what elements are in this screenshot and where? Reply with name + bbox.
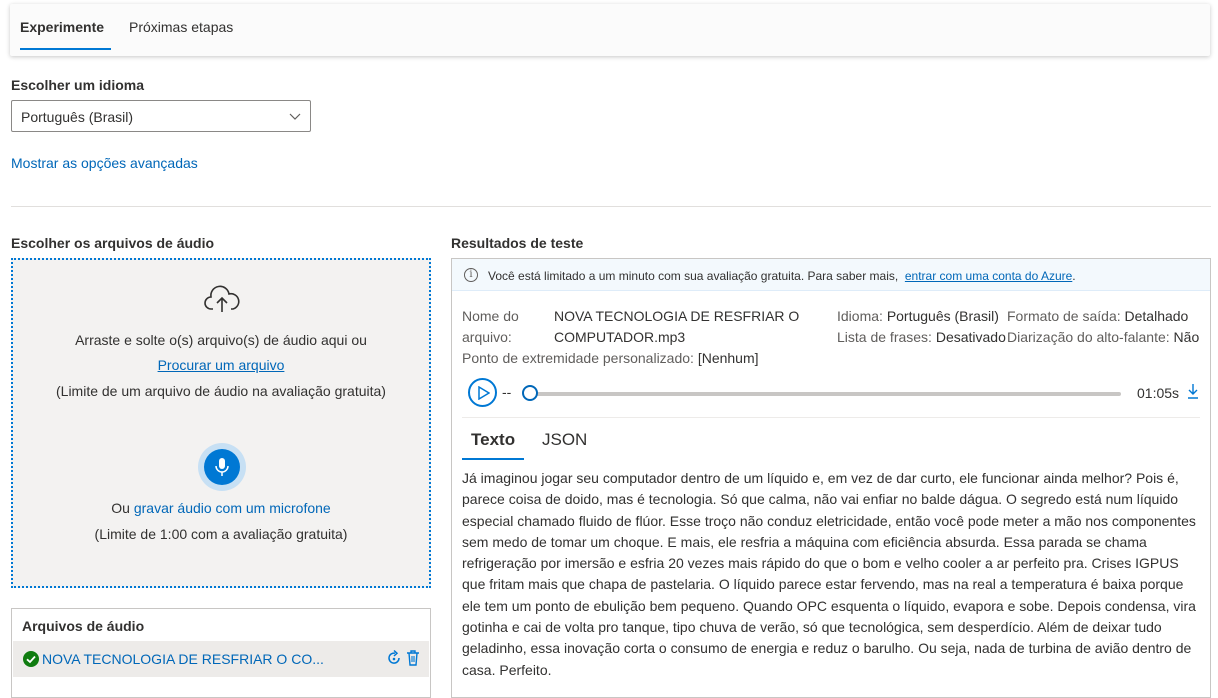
- phrase-list-value: Desativado: [935, 329, 1006, 345]
- phrase-list-label: Lista de frases:: [837, 329, 932, 345]
- language-select-value: Português (Brasil): [21, 109, 134, 125]
- play-icon: [478, 386, 490, 400]
- active-result-tab-indicator: [462, 458, 524, 460]
- tab-json[interactable]: JSON: [542, 430, 587, 450]
- file-name-label-line2: arquivo:: [462, 329, 512, 345]
- active-tab-indicator: [20, 48, 111, 50]
- audio-drop-zone[interactable]: Arraste e solte o(s) arquivo(s) de áudio…: [11, 258, 431, 588]
- language-select[interactable]: Português (Brasil): [11, 100, 311, 132]
- divider: [11, 206, 1211, 207]
- playback-slider-thumb[interactable]: [522, 385, 538, 401]
- playback-track[interactable]: [530, 392, 1121, 396]
- browse-file-link[interactable]: Procurar um arquivo: [158, 357, 285, 373]
- delete-icon[interactable]: [406, 649, 420, 667]
- phrase-list-meta: Lista de frases: Desativado: [837, 327, 1006, 348]
- language-meta: Idioma: Português (Brasil): [837, 306, 999, 327]
- banner-text: Você está limitado a um minuto com sua a…: [488, 269, 899, 283]
- drag-drop-text: Arraste e solte o(s) arquivo(s) de áudio…: [75, 332, 367, 348]
- audio-files-section-title: Escolher os arquivos de áudio: [11, 235, 215, 251]
- file-name-value: NOVA TECNOLOGIA DE RESFRIAR O COMPUTADOR…: [554, 306, 799, 348]
- tab-next-steps[interactable]: Próximas etapas: [129, 19, 233, 35]
- file-limit-text: (Limite de um arquivo de áudio na avalia…: [56, 383, 386, 399]
- upload-cloud-icon: [204, 285, 240, 312]
- info-icon: i: [464, 268, 478, 282]
- results-section-title: Resultados de teste: [451, 235, 584, 251]
- audio-files-panel: Arquivos de áudio NOVA TECNOLOGIA DE RES…: [11, 608, 431, 698]
- chevron-down-icon: [289, 113, 301, 120]
- output-format-label: Formato de saída:: [1007, 308, 1121, 324]
- record-mic-button[interactable]: [204, 449, 240, 485]
- advanced-options-link[interactable]: Mostrar as opções avançadas: [11, 155, 198, 171]
- language-label: Escolher um idioma: [11, 77, 145, 93]
- file-name-label-line1: Nome do: [462, 308, 519, 324]
- record-mic-link[interactable]: gravar áudio com um microfone: [134, 500, 331, 516]
- microphone-icon: [215, 458, 229, 476]
- diarization-meta: Diarização do alto-falante: Não: [1007, 327, 1199, 348]
- output-format-meta: Formato de saída: Detalhado: [1007, 306, 1188, 327]
- divider: [462, 417, 1200, 418]
- audio-file-name[interactable]: NOVA TECNOLOGIA DE RESFRIAR O CO...: [42, 651, 324, 667]
- diarization-value: Não: [1173, 329, 1200, 345]
- endpoint-value: [Nenhum]: [697, 350, 759, 366]
- mic-prefix-text: Ou: [111, 500, 130, 516]
- diarization-label: Diarização do alto-falante:: [1007, 329, 1170, 345]
- file-name-value-line2: COMPUTADOR.mp3: [554, 329, 686, 345]
- endpoint-meta: Ponto de extremidade personalizado: [Nen…: [462, 348, 759, 369]
- playback-position: --: [502, 384, 512, 400]
- mic-limit-text: (Limite de 1:00 com a avaliação gratuita…: [94, 526, 348, 542]
- audio-duration: 01:05s: [1137, 385, 1180, 401]
- endpoint-label: Ponto de extremidade personalizado:: [462, 350, 694, 366]
- azure-signin-link[interactable]: entrar com uma conta do Azure: [905, 269, 1072, 283]
- list-item[interactable]: NOVA TECNOLOGIA DE RESFRIAR O CO...: [13, 641, 429, 677]
- file-name-value-line1: NOVA TECNOLOGIA DE RESFRIAR O: [554, 308, 800, 324]
- language-meta-value: Português (Brasil): [886, 308, 999, 324]
- language-meta-label: Idioma:: [837, 308, 883, 324]
- audio-files-title: Arquivos de áudio: [22, 618, 145, 634]
- retry-icon[interactable]: [386, 649, 402, 667]
- download-icon[interactable]: [1186, 383, 1200, 399]
- success-check-icon: [23, 651, 39, 667]
- info-banner: i Você está limitado a um minuto com sua…: [452, 259, 1210, 291]
- transcript-text: Já imaginou jogar seu computador dentro …: [462, 470, 1196, 678]
- top-tab-bar: Experimente Próximas etapas: [10, 4, 1210, 56]
- tab-experiment[interactable]: Experimente: [20, 19, 104, 35]
- results-panel: i Você está limitado a um minuto com sua…: [451, 258, 1211, 698]
- output-format-value: Detalhado: [1124, 308, 1189, 324]
- file-name-label: Nome do arquivo:: [462, 306, 519, 348]
- tab-text[interactable]: Texto: [471, 430, 515, 450]
- play-button[interactable]: [468, 378, 497, 407]
